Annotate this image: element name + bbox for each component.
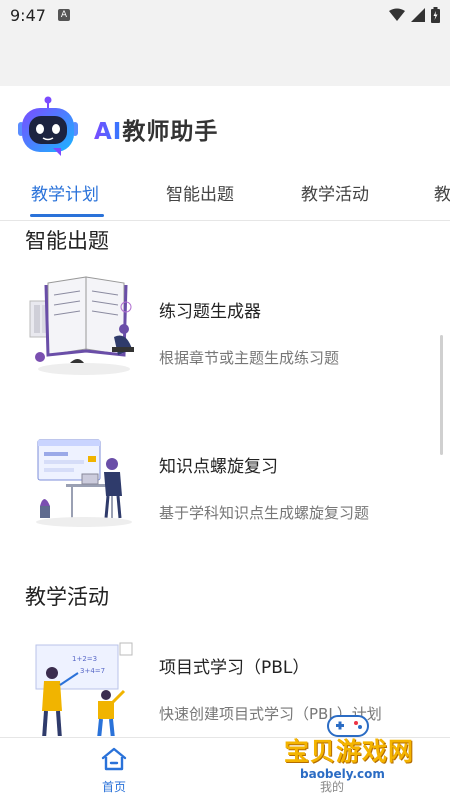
status-indicators xyxy=(389,7,440,23)
tab-teaching-plan[interactable]: 教学计划 xyxy=(31,180,99,205)
app-title-text: 教师助手 xyxy=(122,119,219,145)
card-title: 知识点螺旋复习 xyxy=(159,457,278,477)
svg-text:1+2=3: 1+2=3 xyxy=(72,655,97,663)
section-title-smart-questions: 智能出题 xyxy=(25,229,109,253)
watermark-logo: 宝贝游戏网 baobely.com xyxy=(272,710,442,796)
app-title-prefix: AI xyxy=(94,119,123,145)
app-title: AI教师助手 xyxy=(94,112,218,146)
svg-text:3+4=7: 3+4=7 xyxy=(80,667,105,675)
scrollbar[interactable] xyxy=(440,335,443,455)
home-icon xyxy=(101,747,127,771)
watermark-brand: 宝贝游戏网 xyxy=(284,737,415,766)
active-tab-indicator xyxy=(30,214,104,217)
card-spiral-review[interactable]: 知识点螺旋复习 基于学科知识点生成螺旋复习题 xyxy=(0,426,450,556)
status-time: 9:47 xyxy=(10,6,46,25)
card-practice-generator[interactable]: 练习题生成器 根据章节或主题生成练习题 xyxy=(0,271,450,401)
card-title: 练习题生成器 xyxy=(159,302,261,322)
nav-home[interactable]: 首页 xyxy=(92,746,136,798)
tab-teaching-activities[interactable]: 教学活动 xyxy=(301,180,369,205)
signal-icon xyxy=(411,8,425,22)
top-bar-background xyxy=(0,34,450,86)
teacher-blackboard-illustration: 1+2=3 3+4=7 xyxy=(35,642,133,736)
card-description: 基于学科知识点生成螺旋复习题 xyxy=(159,504,370,522)
wifi-icon xyxy=(389,8,405,21)
card-description: 根据章节或主题生成练习题 xyxy=(159,349,340,367)
tab-smart-questions[interactable]: 智能出题 xyxy=(166,180,234,205)
student-reading-illustration xyxy=(29,276,134,375)
robot-logo-icon xyxy=(18,96,78,156)
desk-computer-illustration xyxy=(36,439,132,527)
battery-icon xyxy=(431,7,440,23)
nav-home-label: 首页 xyxy=(101,780,126,794)
card-title: 项目式学习（PBL） xyxy=(159,658,310,678)
notification-icon: A xyxy=(58,9,70,21)
tab-more[interactable]: 教 xyxy=(434,180,450,205)
app-header: AI教师助手 xyxy=(0,86,450,170)
content-list[interactable]: 智能出题 练习题生成器 根据章节或主题生成练习题 知识点螺旋复习 基于学科知识点… xyxy=(0,221,450,736)
section-title-teaching-activities: 教学活动 xyxy=(25,585,109,609)
status-bar: 9:47 A xyxy=(0,0,450,34)
tab-bar: 教学计划 智能出题 教学活动 教 xyxy=(0,170,450,221)
watermark-url: baobely.com xyxy=(300,767,385,781)
